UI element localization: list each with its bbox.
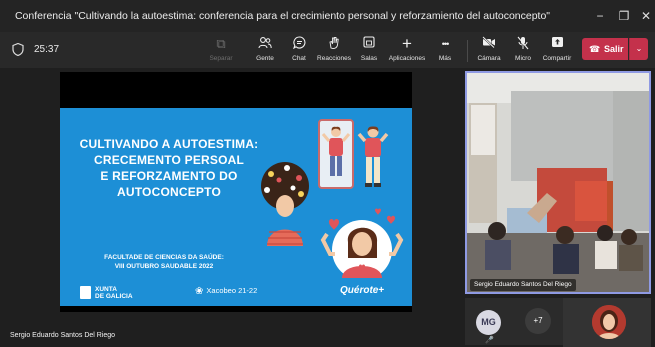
meeting-timer: 25:37 — [34, 44, 60, 55]
window-title: Conferencia "Cultivando la autoestima: c… — [14, 10, 551, 22]
querote-plus: + — [378, 285, 385, 296]
xunta-crest-icon — [80, 286, 91, 299]
separate-label: Separar — [209, 55, 233, 62]
slide-title: CULTIVANDO A AUTOESTIMA: CRECEMENTO PERS… — [70, 136, 268, 200]
presenter-name: Sergio Eduardo Santos Del Riego — [10, 332, 116, 339]
faculty-line: FACULTADE DE CIENCIAS DA SAÚDE: — [104, 254, 224, 261]
querote-logo: Quérote+ — [340, 285, 384, 296]
more-participants-button[interactable]: +7 — [525, 308, 551, 334]
classroom-video — [467, 73, 649, 292]
leave-options-button[interactable]: ⌄ — [629, 38, 648, 60]
more-button[interactable]: ••• Más — [422, 36, 468, 66]
muted-mic-icon: 🎤 — [485, 337, 494, 344]
avatar[interactable]: MG — [476, 310, 501, 335]
flower-hair-illustration — [261, 162, 309, 246]
faculty-text: FACULTADE DE CIENCIAS DA SAÚDE: VIII OUT… — [72, 253, 256, 271]
slide-title-line: E REFORZAMENTO DO — [100, 169, 238, 183]
mirror-illustration — [318, 119, 389, 189]
close-button[interactable]: ✕ — [632, 0, 655, 32]
xunta-line: XUNTA — [95, 286, 117, 293]
more-icon: ••• — [441, 39, 449, 49]
slide-title-line: CULTIVANDO A AUTOESTIMA: — [79, 137, 259, 151]
xacobeo-logo: ❀ Xacobeo 21-22 — [195, 286, 257, 297]
share-label: Compartir — [542, 55, 572, 62]
hearts-illustration — [320, 208, 404, 278]
phone-hangup-icon: ☎ — [589, 44, 601, 54]
share-icon — [534, 36, 580, 52]
separate-button[interactable]: ⧉ Separar — [198, 36, 244, 66]
title-bar: Conferencia "Cultivando la autoestima: c… — [0, 0, 655, 32]
event-line: VIII OUTUBRO SAUDABLE 2022 — [114, 263, 214, 270]
more-label: Más — [438, 55, 452, 62]
slide-title-line: CRECEMENTO PERSOAL — [93, 153, 245, 167]
xunta-line: DE GALICIA — [95, 293, 133, 300]
shared-slide: CULTIVANDO A AUTOESTIMA: CRECEMENTO PERS… — [60, 108, 412, 306]
self-avatar — [592, 305, 626, 339]
slide-title-line: AUTOCONCEPTO — [117, 185, 221, 199]
shell-icon: ❀ — [195, 286, 204, 297]
xacobeo-label: Xacobeo 21-22 — [206, 286, 258, 295]
shield-icon — [12, 43, 24, 56]
share-button[interactable]: Compartir — [534, 36, 580, 66]
separate-icon: ⧉ — [216, 36, 226, 51]
querote-label: Quérote — [340, 285, 379, 296]
meeting-toolbar: 25:37 ⧉ Separar Gente Chat Reacciones Sa… — [0, 32, 655, 68]
xunta-logo: XUNTA DE GALICIA — [80, 284, 160, 302]
leave-button[interactable]: ☎ Salir — [582, 38, 628, 60]
video-tile-name: Sergio Eduardo Santos Del Riego — [470, 279, 576, 291]
chevron-down-icon: ⌄ — [635, 44, 643, 53]
leave-label: Salir — [604, 44, 624, 54]
video-tile[interactable] — [465, 71, 651, 294]
